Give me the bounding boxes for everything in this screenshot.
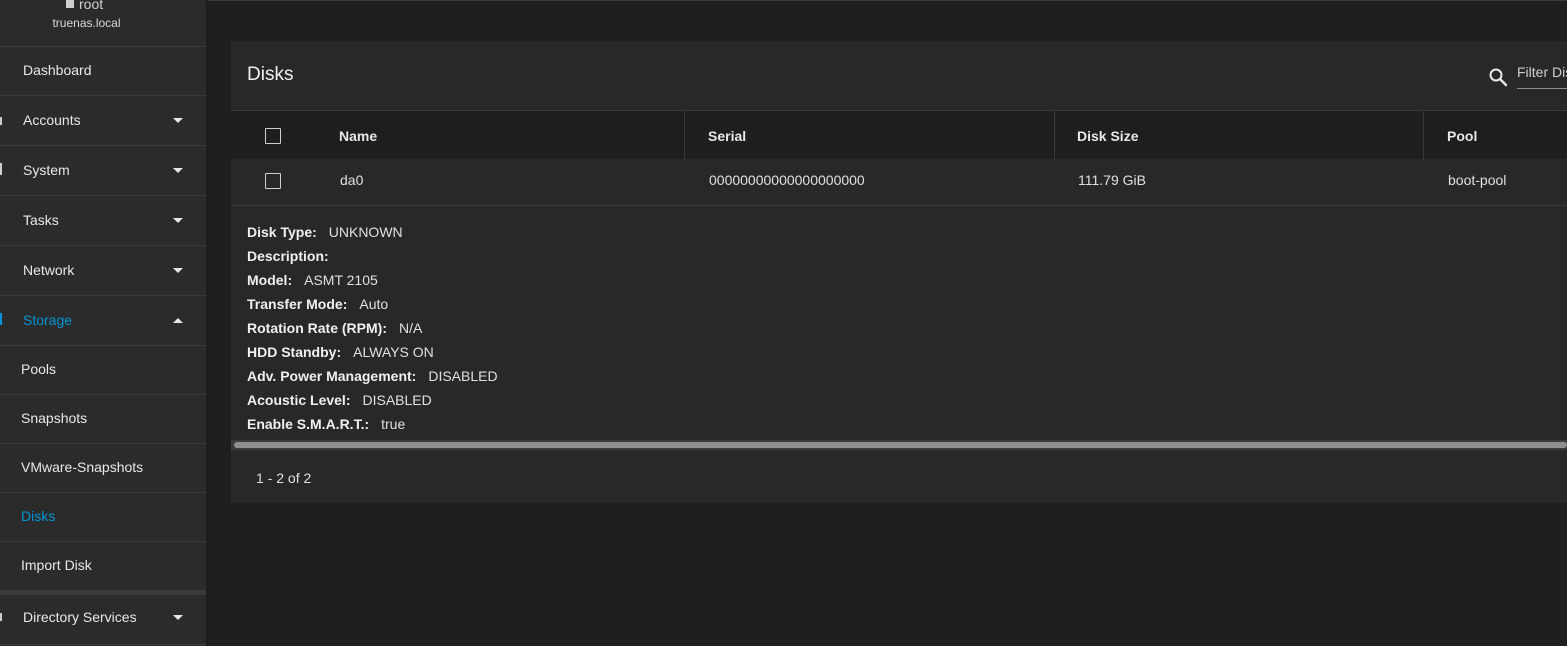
topbar-border bbox=[207, 0, 1567, 1]
chevron-up-icon bbox=[173, 318, 183, 323]
pagination-range: 1 - 2 of 2 bbox=[256, 470, 312, 486]
storage-icon bbox=[0, 313, 2, 325]
nav-pools[interactable]: Pools bbox=[0, 346, 206, 395]
detail-acoustic-level: Acoustic Level: DISABLED bbox=[247, 392, 432, 408]
chevron-down-icon bbox=[173, 168, 183, 173]
column-serial-header[interactable]: Serial bbox=[708, 128, 746, 144]
nav-accounts[interactable]: Accounts bbox=[0, 96, 206, 146]
table-row[interactable]: da0 00000000000000000000 111.79 GiB boot… bbox=[231, 159, 1567, 206]
hostname: truenas.local bbox=[52, 16, 121, 30]
row-checkbox[interactable] bbox=[265, 173, 281, 189]
detail-smart: Enable S.M.A.R.T.: true bbox=[247, 416, 406, 432]
detail-model: Model: ASMT 2105 bbox=[247, 272, 378, 288]
cell-name: da0 bbox=[340, 172, 364, 188]
column-divider bbox=[1054, 111, 1055, 159]
horizontal-scrollbar[interactable] bbox=[234, 442, 1567, 448]
chevron-down-icon bbox=[173, 268, 183, 273]
column-name-header[interactable]: Name bbox=[339, 128, 377, 144]
nav-dashboard[interactable]: Dashboard bbox=[0, 46, 206, 96]
search-icon bbox=[1489, 68, 1508, 87]
select-all-checkbox[interactable] bbox=[265, 128, 281, 144]
detail-description: Description: bbox=[247, 248, 329, 264]
sidebar: root truenas.local Dashboard Accounts Sy… bbox=[0, 0, 207, 646]
chevron-down-icon bbox=[173, 615, 183, 620]
page-title: Disks bbox=[247, 64, 294, 85]
nav-storage[interactable]: Storage bbox=[0, 296, 206, 346]
directory-icon bbox=[0, 613, 2, 621]
chevron-down-icon bbox=[173, 218, 183, 223]
column-disk-size-header[interactable]: Disk Size bbox=[1077, 128, 1138, 144]
nav-vmware-snapshots[interactable]: VMware-Snapshots bbox=[0, 444, 206, 493]
filter-input[interactable]: Filter Disks bbox=[1517, 64, 1567, 89]
nav-network[interactable]: Network bbox=[0, 246, 206, 296]
system-icon bbox=[0, 163, 2, 175]
nav-import-disk[interactable]: Import Disk bbox=[0, 542, 206, 591]
disks-card: Disks Filter Disks Name Serial Disk Size… bbox=[231, 41, 1567, 503]
cell-serial: 00000000000000000000 bbox=[709, 172, 865, 188]
detail-hdd-standby: HDD Standby: ALWAYS ON bbox=[247, 344, 434, 360]
nav-tasks[interactable]: Tasks bbox=[0, 196, 206, 246]
accounts-icon bbox=[0, 117, 2, 125]
column-pool-header[interactable]: Pool bbox=[1447, 128, 1477, 144]
detail-transfer-mode: Transfer Mode: Auto bbox=[247, 296, 389, 312]
nav-system[interactable]: System bbox=[0, 146, 206, 196]
disk-details: Disk Type: UNKNOWN Description: Model: ASM… bbox=[247, 224, 498, 440]
nav-snapshots[interactable]: Snapshots bbox=[0, 395, 206, 444]
detail-rotation-rate: Rotation Rate (RPM): N/A bbox=[247, 320, 423, 336]
nav-directory-services[interactable]: Directory Services bbox=[0, 595, 206, 645]
column-divider bbox=[684, 111, 685, 159]
cell-pool: boot-pool bbox=[1448, 172, 1507, 188]
detail-power-management: Adv. Power Management: DISABLED bbox=[247, 368, 498, 384]
table-header: Name Serial Disk Size Pool bbox=[231, 110, 1567, 159]
chevron-down-icon bbox=[173, 118, 183, 123]
cell-disk-size: 111.79 GiB bbox=[1078, 172, 1146, 188]
user-block: root truenas.local bbox=[0, 0, 206, 47]
column-divider bbox=[1423, 111, 1424, 159]
user-name[interactable]: root bbox=[66, 0, 103, 12]
user-icon bbox=[66, 0, 74, 8]
nav-disks[interactable]: Disks bbox=[0, 493, 206, 542]
detail-disk-type: Disk Type: UNKNOWN bbox=[247, 224, 403, 240]
